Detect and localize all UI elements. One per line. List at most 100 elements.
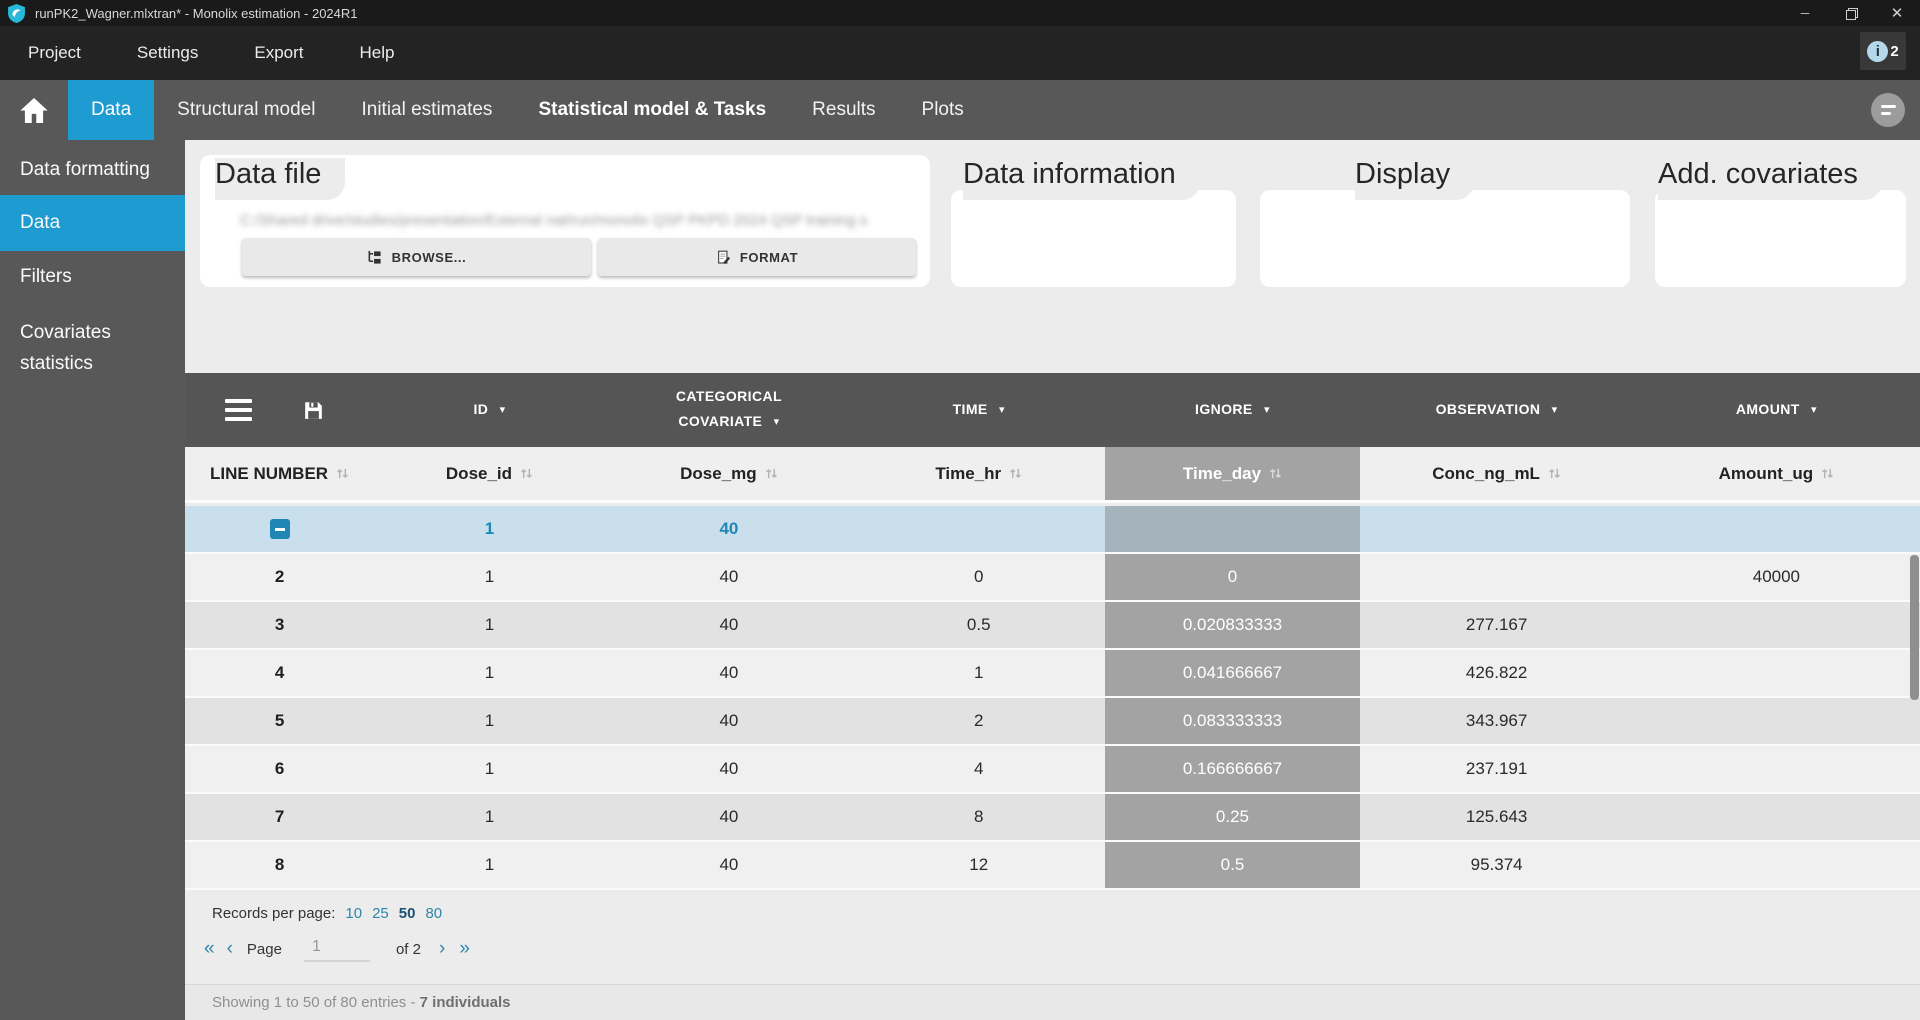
sidebar: Data formattingDataFiltersCovariates sta…: [0, 140, 185, 1020]
records-option-50[interactable]: 50: [399, 905, 416, 922]
cell-amount_ug: [1633, 794, 1920, 840]
browse-button[interactable]: BROWSE...: [242, 238, 591, 276]
table-row[interactable]: 614040.166666667237.191: [185, 746, 1920, 794]
sort-icon[interactable]: [765, 467, 778, 480]
menu-item-project[interactable]: Project: [28, 43, 81, 63]
table-row[interactable]: 8140120.595.374: [185, 842, 1920, 890]
table-row[interactable]: 414010.041666667426.822: [185, 650, 1920, 698]
menu-item-export[interactable]: Export: [254, 43, 303, 63]
comments-button[interactable]: [1871, 93, 1905, 127]
cell-time_hr: 12: [853, 842, 1105, 888]
collapse-row-icon[interactable]: [270, 519, 290, 539]
home-button[interactable]: [0, 80, 68, 140]
tab-results[interactable]: Results: [789, 80, 898, 140]
column-group-label: ID ▾: [473, 397, 505, 424]
column-group-label: CATEGORICAL COVARIATE ▾: [654, 384, 804, 436]
page-number-input[interactable]: [304, 936, 370, 962]
add-covariates-title: Add. covariates: [1658, 158, 1882, 200]
tab-data[interactable]: Data: [68, 80, 154, 140]
table-body: 1402140004000031400.50.020833333277.1674…: [185, 506, 1920, 890]
table-toolbar: [185, 373, 374, 447]
line-number-cell: 4: [185, 650, 374, 696]
records-option-25[interactable]: 25: [372, 905, 389, 922]
cell-time_day: 0.020833333: [1105, 602, 1361, 648]
table-row[interactable]: 31400.50.020833333277.167: [185, 602, 1920, 650]
folder-tree-icon: [367, 250, 382, 265]
cell-conc_ng_ml: 426.822: [1360, 650, 1632, 696]
tab-initial-estimates[interactable]: Initial estimates: [338, 80, 515, 140]
sidebar-item-covariates-statistics[interactable]: Covariates statistics: [0, 303, 150, 389]
column-header-line number: LINE NUMBER: [185, 447, 374, 500]
maximize-button[interactable]: [1828, 0, 1874, 26]
tab-structural-model[interactable]: Structural model: [154, 80, 338, 140]
column-header-amount_ug: Amount_ug: [1633, 447, 1920, 500]
sort-icon[interactable]: [1269, 467, 1282, 480]
first-page-button[interactable]: «: [204, 938, 215, 960]
cell-dose_id: 1: [374, 746, 605, 792]
main-tab-bar: DataStructural modelInitial estimatesSta…: [0, 80, 1920, 140]
cell-dose_mg: 40: [605, 698, 853, 744]
column-group-categorical-covariate[interactable]: CATEGORICAL COVARIATE ▾: [605, 373, 853, 447]
column-group-ignore[interactable]: IGNORE ▾: [1105, 373, 1361, 447]
next-page-button[interactable]: ›: [439, 938, 445, 960]
format-button[interactable]: FORMAT: [598, 238, 916, 276]
sort-icon[interactable]: [1548, 467, 1561, 480]
sidebar-item-data-formatting[interactable]: Data formatting: [0, 140, 150, 195]
records-per-page: Records per page:10255080: [212, 905, 442, 922]
cell-conc_ng_ml: 343.967: [1360, 698, 1632, 744]
column-group-label: OBSERVATION ▾: [1436, 397, 1558, 424]
previous-page-button[interactable]: ‹: [227, 938, 233, 960]
column-header-row: LINE NUMBER Dose_id Dose_mg Time_hr Time…: [185, 447, 1920, 503]
column-header-dose_id: Dose_id: [374, 447, 605, 500]
comment-lines-icon: [1881, 105, 1896, 108]
notification-count: 2: [1890, 43, 1898, 60]
chevron-down-icon: ▾: [999, 404, 1005, 416]
sort-icon[interactable]: [336, 467, 349, 480]
table-menu-icon[interactable]: [225, 399, 252, 421]
chevron-down-icon: ▾: [1552, 404, 1558, 416]
column-header-label: Dose_mg: [680, 464, 757, 484]
data-file-path[interactable]: C:/Shared drive/studies/presentation/Ext…: [240, 212, 890, 229]
data-information-title: Data information: [963, 158, 1200, 200]
table-row[interactable]: 21400040000: [185, 554, 1920, 602]
cell-dose_mg: 40: [605, 746, 853, 792]
menu-item-help[interactable]: Help: [360, 43, 395, 63]
notifications-badge[interactable]: i 2: [1860, 32, 1906, 70]
column-header-label: LINE NUMBER: [210, 464, 328, 484]
save-icon[interactable]: [304, 401, 323, 420]
tab-statistical-model-tasks[interactable]: Statistical model & Tasks: [515, 80, 789, 140]
table-row[interactable]: 140: [185, 506, 1920, 554]
format-label: FORMAT: [740, 250, 798, 265]
sidebar-item-filters[interactable]: Filters: [0, 251, 185, 303]
display-title: Display: [1355, 158, 1474, 200]
cell-dose_id: 1: [374, 554, 605, 600]
column-group-header: ID ▾ CATEGORICAL COVARIATE ▾ TIME ▾ IGNORE …: [185, 373, 1920, 447]
cell-time_day: 0.5: [1105, 842, 1361, 888]
column-header-dose_mg: Dose_mg: [605, 447, 853, 500]
records-option-10[interactable]: 10: [345, 905, 362, 922]
last-page-button[interactable]: »: [459, 938, 470, 960]
records-option-80[interactable]: 80: [425, 905, 442, 922]
minimize-button[interactable]: ─: [1782, 0, 1828, 26]
column-group-amount[interactable]: AMOUNT ▾: [1633, 373, 1920, 447]
column-group-id[interactable]: ID ▾: [374, 373, 605, 447]
sidebar-item-data[interactable]: Data: [0, 195, 185, 251]
cell-dose_mg: 40: [605, 650, 853, 696]
tab-plots[interactable]: Plots: [899, 80, 987, 140]
menu-item-settings[interactable]: Settings: [137, 43, 198, 63]
table-row[interactable]: 514020.083333333343.967: [185, 698, 1920, 746]
sort-icon[interactable]: [520, 467, 533, 480]
cell-conc_ng_ml: 237.191: [1360, 746, 1632, 792]
sort-icon[interactable]: [1009, 467, 1022, 480]
cell-conc_ng_ml: 125.643: [1360, 794, 1632, 840]
menu-bar: Project Settings Export Help i 2: [0, 26, 1920, 80]
table-row[interactable]: 714080.25125.643: [185, 794, 1920, 842]
vertical-scrollbar-thumb[interactable]: [1910, 555, 1919, 700]
column-group-observation[interactable]: OBSERVATION ▾: [1360, 373, 1632, 447]
column-group-time[interactable]: TIME ▾: [853, 373, 1105, 447]
close-button[interactable]: ✕: [1874, 0, 1920, 26]
cell-time_hr: 8: [853, 794, 1105, 840]
sort-icon[interactable]: [1821, 467, 1834, 480]
line-number-cell: [185, 506, 374, 552]
column-group-label: IGNORE ▾: [1195, 397, 1270, 424]
